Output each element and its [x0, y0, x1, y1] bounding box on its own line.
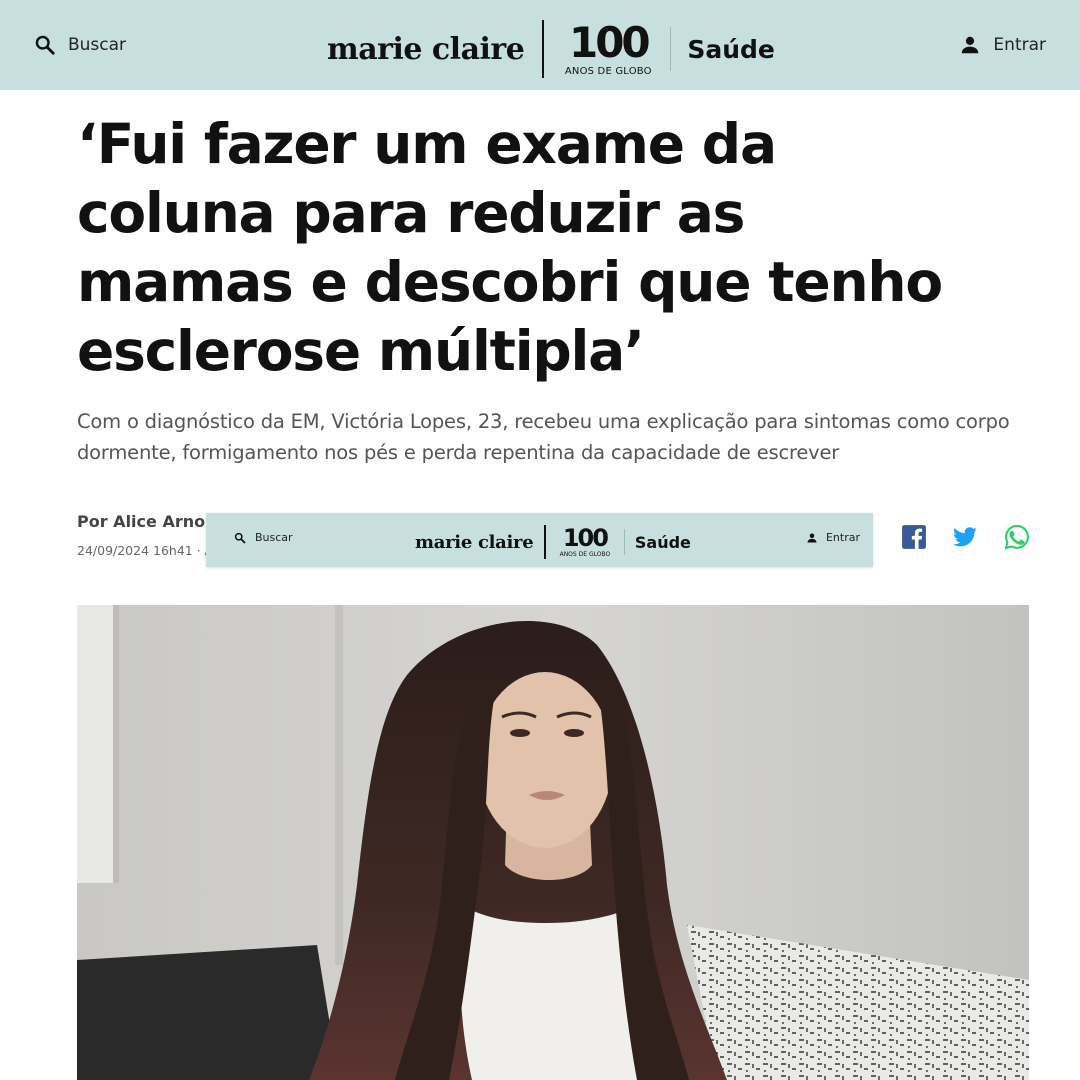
sticky-header: Buscar marie claire 100 ANOS DE GLOBO Sa…: [206, 513, 873, 567]
twitter-icon[interactable]: [952, 524, 978, 550]
search-icon: [234, 532, 246, 543]
hero-photo-illustration: [77, 605, 1029, 1080]
whatsapp-icon[interactable]: [1004, 524, 1030, 550]
badge-number: 100: [568, 18, 651, 67]
anniversary-badge: 100 ANOS DE GLOBO: [560, 18, 656, 78]
brand-divider: [542, 20, 545, 78]
user-icon: [807, 533, 817, 542]
sticky-brand-name: marie claire: [415, 531, 534, 553]
sticky-badge-number: 100: [562, 524, 609, 552]
article-author[interactable]: Por Alice Arnold: [77, 512, 222, 531]
search-icon: [35, 35, 55, 55]
sticky-badge-caption: ANOS DE GLOBO: [559, 551, 611, 558]
user-icon: [962, 36, 979, 54]
section-divider: [670, 27, 672, 71]
sticky-search-label: Buscar: [255, 531, 293, 544]
sticky-section-divider: [623, 529, 625, 555]
login-label: Entrar: [993, 35, 1046, 55]
article-subtitle: Com o diagnóstico da EM, Victória Lopes,…: [77, 410, 1010, 464]
search-button[interactable]: Buscar: [34, 28, 126, 62]
site-header: Buscar marie claire 100 ANOS DE GLOBO Sa…: [0, 0, 1080, 90]
sticky-login-button[interactable]: Entrar: [806, 531, 860, 544]
article-date: 24/09/2024 16h41 · At: [77, 543, 218, 558]
hero-photo: [77, 605, 1029, 1080]
login-button[interactable]: Entrar: [959, 28, 1046, 62]
article-headline: ‘Fui fazer um exame da coluna para reduz…: [77, 112, 943, 383]
section-link[interactable]: Saúde: [687, 35, 775, 64]
search-label: Buscar: [68, 35, 127, 55]
sticky-search-button[interactable]: Buscar: [234, 531, 293, 544]
brand-logo[interactable]: marie claire 100 ANOS DE GLOBO Saúde: [327, 18, 775, 80]
sticky-login-label: Entrar: [825, 531, 860, 544]
sticky-brand-divider: [544, 525, 546, 559]
brand-name: marie claire: [327, 31, 525, 67]
facebook-icon[interactable]: [901, 524, 927, 550]
badge-caption: ANOS DE GLOBO: [564, 66, 652, 77]
sticky-brand-logo[interactable]: marie claire 100 ANOS DE GLOBO Saúde: [415, 524, 691, 560]
sticky-anniversary-badge: 100 ANOS DE GLOBO: [556, 524, 614, 559]
sticky-section-link[interactable]: Saúde: [635, 533, 691, 552]
